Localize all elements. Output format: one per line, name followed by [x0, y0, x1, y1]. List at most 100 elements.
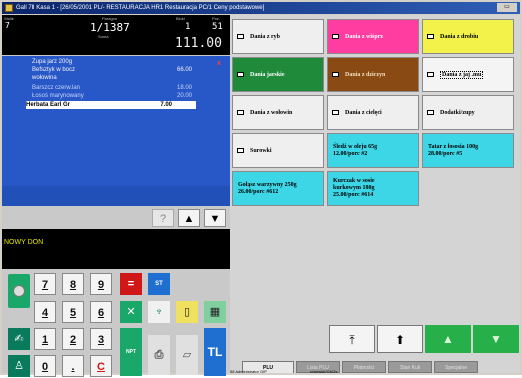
receipt-line[interactable]: Zupa jarz 200g [32, 58, 222, 66]
plate-icon [332, 72, 339, 77]
glass-icon[interactable]: ▯ [176, 301, 198, 323]
printer-icon[interactable]: ⎙ [148, 335, 170, 375]
help-button[interactable]: ? [152, 209, 174, 227]
page-down-button[interactable]: ▼ [473, 325, 519, 353]
page-up-fast-button[interactable]: ⬆ [377, 325, 423, 353]
tile-dodatki-zupy[interactable]: Dodatki/zupy [422, 95, 514, 130]
tile-dania-z-wolowin[interactable]: Dania z wołowin [232, 95, 324, 130]
plate-icon [237, 72, 244, 77]
knife-fork-icon[interactable]: ♆ [148, 301, 170, 323]
tile-label-2: kurkowym 180g [333, 185, 375, 191]
tile-label: Dania z ryb [250, 33, 280, 40]
plate-icon [332, 110, 339, 115]
total-button[interactable]: TL [204, 328, 226, 376]
key-dot[interactable]: . [62, 355, 84, 377]
receipt-list[interactable]: x Zupa jarz 200g Befsztyk w bocz 66.00 wo… [2, 56, 230, 206]
key-2[interactable]: 2 [62, 328, 84, 350]
tile-label: Dodatki/zupy [440, 109, 475, 116]
person-icon[interactable]: ♙ [8, 355, 30, 377]
tile-dania-z-drobiu[interactable]: Dania z drobiu [422, 19, 514, 54]
plu-panel: Dania z ryb Dania z wiśprz Dania z drobi… [230, 15, 520, 373]
tile-dania-z-cieleci[interactable]: Dania z cielęci [327, 95, 419, 130]
npt-button[interactable]: NPT [120, 328, 142, 376]
chart-icon[interactable]: ▦ [204, 301, 226, 323]
counter-display: Stolik 7 Paragon 1/1387 Suma Bloki 1 Poz… [2, 15, 230, 55]
tile-kurczak[interactable]: Kurczak w sosie kurkowym 180g 25.00/porc #… [327, 171, 419, 206]
page-first-button[interactable]: ⤒ [329, 325, 375, 353]
tile-label: Dania z wołowin [250, 109, 293, 116]
equals-button[interactable]: = [120, 273, 142, 295]
key-4-label: 4 [41, 307, 49, 319]
total-amount: 111.00 [175, 36, 222, 51]
key-5[interactable]: 5 [62, 301, 84, 323]
app-icon [5, 4, 13, 12]
receipt-line-price: 18.00 [176, 85, 192, 91]
waiter-icon[interactable]: ✍ [8, 328, 30, 350]
stolik-value: 7 [5, 21, 10, 30]
tab-stan-kuli[interactable]: Stan Kuli [388, 361, 432, 373]
tile-price: 28.00/porc #5 [428, 150, 463, 157]
tile-sledz[interactable]: Śledź w oleju 65g 12.00/porc #2 [327, 133, 419, 168]
left-panel: Stolik 7 Paragon 1/1387 Suma Bloki 1 Poz… [2, 15, 230, 377]
tile-label: Dania z wiśprz [345, 33, 383, 40]
receipt-line-selected[interactable]: Herbata Earl Gr 7.00 [26, 101, 196, 109]
bloki-label: Bloki [176, 16, 185, 21]
receipt-line[interactable]: wołowina [32, 74, 222, 82]
tile-label: Dania z jaj .mu [440, 70, 484, 79]
tile-dania-z-wisprz[interactable]: Dania z wiśprz [327, 19, 419, 54]
receipt-line-price: 20.00 [176, 93, 192, 99]
key-8[interactable]: 8 [62, 273, 84, 295]
plate-icon [237, 148, 244, 153]
note-icon[interactable]: ▱ [176, 335, 198, 375]
tile-label: Kurczak w sosie [333, 178, 375, 184]
key-clear-label: C [97, 361, 105, 373]
key-7-label: 7 [41, 279, 49, 291]
receipt-line-name: Łosoś marynowany [32, 93, 84, 99]
tile-label: Dania z cielęci [345, 109, 382, 116]
receipt-line[interactable]: Łosoś marynowany 20.00 [32, 92, 222, 100]
key-6-label: 6 [97, 307, 105, 319]
key-clear[interactable]: C [90, 355, 112, 377]
st-button[interactable]: ST [148, 273, 170, 295]
plate-icon [237, 34, 244, 39]
plate-icon [332, 34, 339, 39]
plate-icon [427, 72, 434, 77]
tile-label: Śledź w oleju 65g [333, 143, 378, 150]
cancel-icon[interactable]: ✕ [120, 301, 142, 323]
scroll-down-button[interactable]: ▼ [204, 209, 226, 227]
bloki-value: 1 [185, 22, 191, 32]
tile-label: Gołąsz warzywny 250g [238, 181, 297, 188]
receipt-line[interactable]: Befsztyk w bocz 66.00 [32, 66, 222, 74]
tile-dania-z-ryb[interactable]: Dania z ryb [232, 19, 324, 54]
plate-icon [427, 34, 434, 39]
receipt-line-price: 7.00 [160, 102, 172, 108]
tile-surowki[interactable]: Surowki [232, 133, 324, 168]
status-text: NOWY DON [4, 239, 44, 246]
key-8-label: 8 [69, 279, 77, 291]
key-7[interactable]: 7 [34, 273, 56, 295]
scroll-up-button[interactable]: ▲ [178, 209, 200, 227]
poz-label: Poz. [212, 16, 221, 21]
key-9[interactable]: 9 [90, 273, 112, 295]
tab-specjalne[interactable]: Specjalne [434, 361, 478, 373]
remove-item-button[interactable] [8, 274, 30, 308]
tile-golasz[interactable]: Gołąsz warzywny 250g 26.00/porc #612 [232, 171, 324, 206]
tile-dania-z-dziczyn[interactable]: Dania z dziczyn [327, 57, 419, 92]
window-controls-icon[interactable]: ▭ [497, 3, 517, 12]
tile-label: Tatar z łososia 100g [428, 143, 479, 150]
key-0[interactable]: 0 [34, 355, 56, 377]
key-3[interactable]: 3 [90, 328, 112, 350]
page-up-button[interactable]: ▲ [425, 325, 471, 353]
key-6[interactable]: 6 [90, 301, 112, 323]
key-1[interactable]: 1 [34, 328, 56, 350]
key-0-label: 0 [41, 361, 49, 373]
receipt-line[interactable]: Barszcz czerw.lan 18.00 [32, 84, 222, 92]
tile-tatar[interactable]: Tatar z łososia 100g 28.00/porc #5 [422, 133, 514, 168]
tile-dania-z-jaj[interactable]: Dania z jaj .mu [422, 57, 514, 92]
tile-dania-jarskie[interactable]: Dania jarskie [232, 57, 324, 92]
key-4[interactable]: 4 [34, 301, 56, 323]
receipt-line-name: Zupa jarz 200g [32, 59, 73, 65]
receipt-line-name: Herbata Earl Gr [26, 102, 71, 108]
tile-label: Surowki [250, 147, 272, 154]
tab-platnosci[interactable]: Płatności [342, 361, 386, 373]
